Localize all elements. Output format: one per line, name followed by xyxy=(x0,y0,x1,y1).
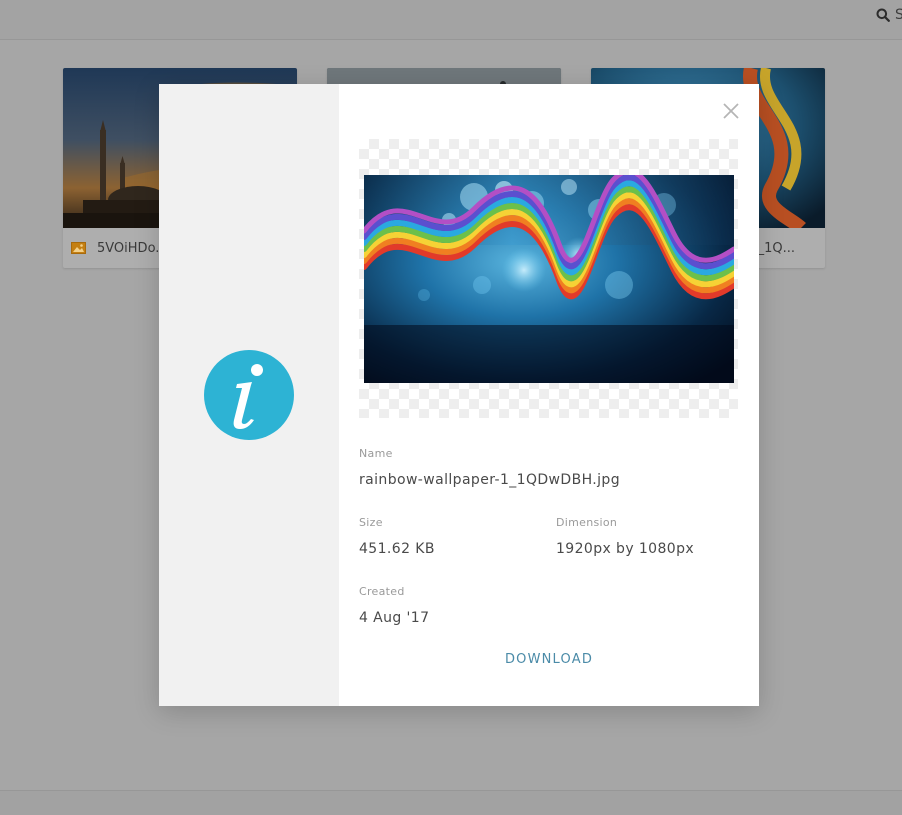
close-icon[interactable] xyxy=(720,100,742,122)
close-button[interactable] xyxy=(720,100,742,122)
search-icon[interactable] xyxy=(876,8,890,22)
download-button[interactable]: DOWNLOAD xyxy=(459,652,639,674)
dialog-side-panel xyxy=(159,84,339,706)
search-box[interactable]: S xyxy=(876,6,902,24)
dimension-label: Dimension xyxy=(556,516,618,529)
top-bar: S xyxy=(0,0,902,40)
name-label: Name xyxy=(359,447,393,460)
image-preview xyxy=(359,139,738,418)
name-value: rainbow-wallpaper-1_1QDwDBH.jpg xyxy=(359,472,620,488)
created-value: 4 Aug '17 xyxy=(359,610,430,626)
search-placeholder[interactable]: S xyxy=(895,7,902,23)
preview-image xyxy=(364,175,734,383)
card-file-name[interactable]: 5VOiHDo... xyxy=(97,241,168,256)
file-info-dialog: Name rainbow-wallpaper-1_1QDwDBH.jpg Siz… xyxy=(159,84,759,706)
card-file-name[interactable]: _1Q... xyxy=(758,241,795,256)
footer-bar xyxy=(0,790,902,815)
info-icon xyxy=(204,350,294,440)
created-label: Created xyxy=(359,585,405,598)
size-label: Size xyxy=(359,516,383,529)
dimension-value: 1920px by 1080px xyxy=(556,541,695,557)
size-value: 451.62 KB xyxy=(359,541,435,557)
image-file-icon xyxy=(71,242,86,254)
